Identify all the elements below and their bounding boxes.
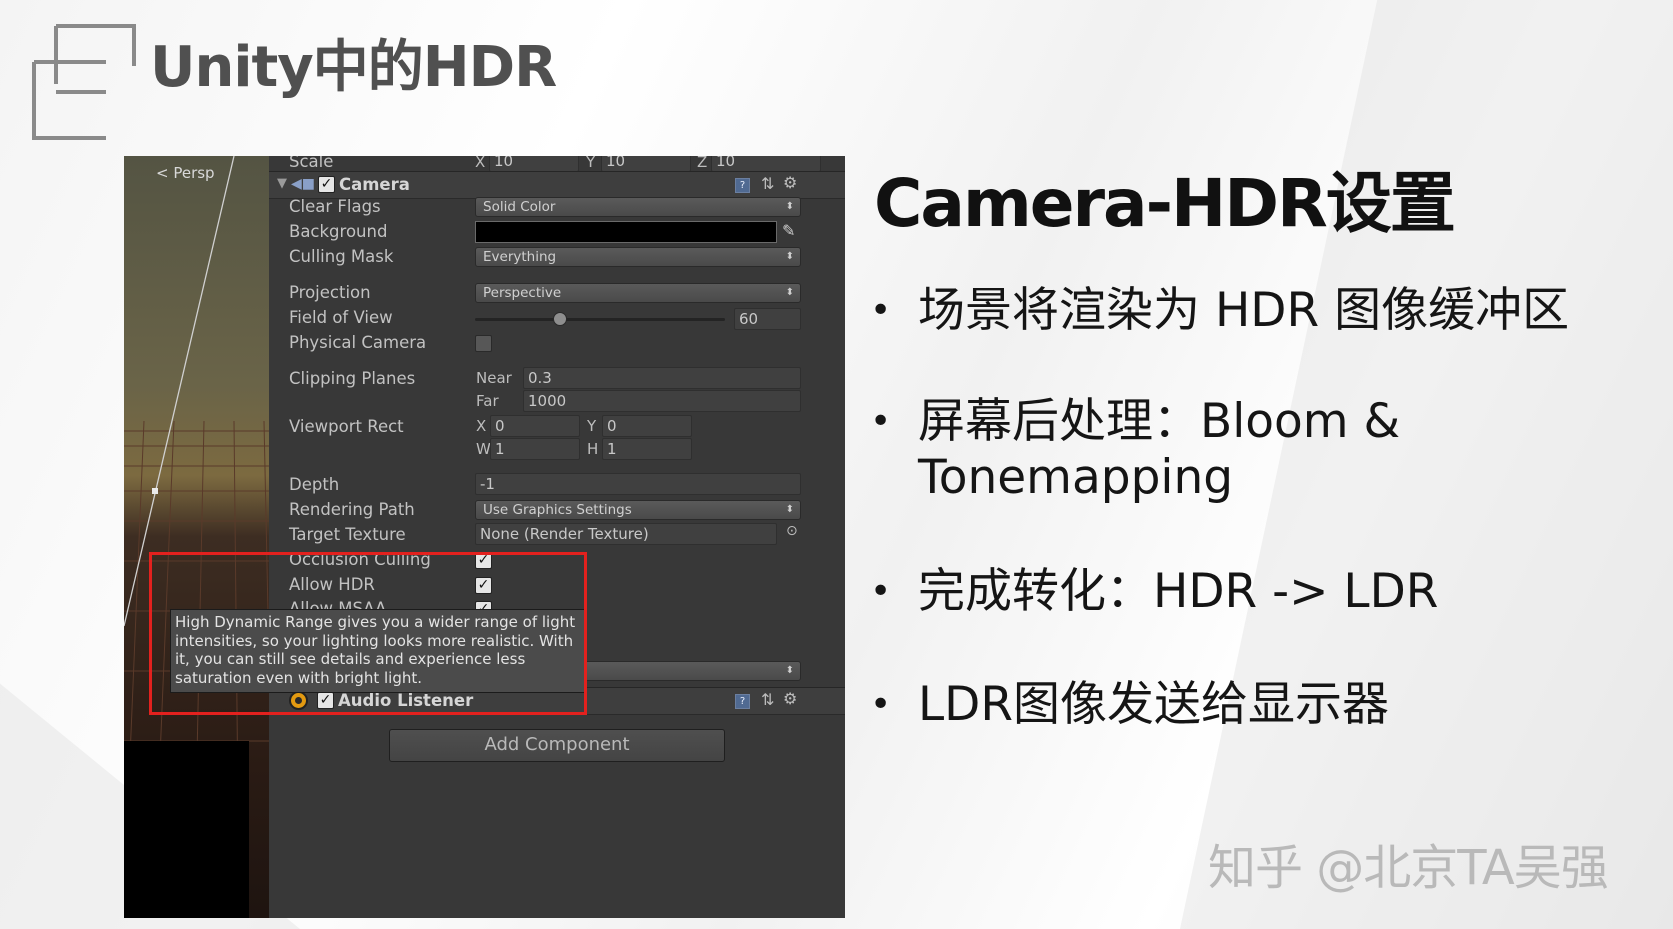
physical-camera-checkbox[interactable] xyxy=(475,335,492,352)
watermark: 知乎 @北京TA吴强 xyxy=(1208,840,1609,896)
bullet-text: 场景将渲染为 HDR 图像缓冲区 xyxy=(918,283,1570,338)
help-icon[interactable]: ? xyxy=(735,694,750,709)
viewport-w-label: W xyxy=(476,440,491,458)
gear-icon[interactable]: ⚙ xyxy=(783,173,797,192)
dropdown-arrow-icon: ⬍ xyxy=(785,251,794,262)
projection-value: Perspective xyxy=(483,285,562,301)
far-label: Far xyxy=(476,392,499,410)
scene-view[interactable]: < Persp xyxy=(124,156,269,918)
depth-field[interactable]: -1 xyxy=(475,473,801,495)
bullet-item: • LDR图像发送给显示器 xyxy=(870,677,1650,733)
physical-camera-label: Physical Camera xyxy=(289,333,427,352)
target-texture-label: Target Texture xyxy=(289,525,406,544)
depth-label: Depth xyxy=(289,475,340,494)
bullet-dot: • xyxy=(870,290,892,331)
bullet-item: • 屏幕后处理：Bloom & Tonemapping xyxy=(870,394,1650,506)
dropdown-arrow-icon: ⬍ xyxy=(785,504,794,515)
scale-y-label: Y xyxy=(586,156,596,171)
preset-icon[interactable]: ⇅ xyxy=(761,174,774,193)
viewport-w-field[interactable]: 1 xyxy=(490,438,580,460)
fov-slider-handle[interactable] xyxy=(553,312,567,326)
gear-icon[interactable]: ⚙ xyxy=(783,689,797,708)
culling-mask-dropdown[interactable]: Everything ⬍ xyxy=(475,247,801,267)
bullet-dot: • xyxy=(870,684,892,725)
help-icon[interactable]: ? xyxy=(735,178,750,193)
eyedropper-icon[interactable]: ✎ xyxy=(782,221,795,240)
bullet-item: • 完成转化：HDR -> LDR xyxy=(870,564,1650,620)
scale-x-label: X xyxy=(475,156,486,171)
bullet-text: LDR图像发送给显示器 xyxy=(918,677,1390,732)
bullet-dot: • xyxy=(870,401,892,442)
camera-component-title: Camera xyxy=(339,175,410,194)
bullet-text: 完成转化：HDR -> LDR xyxy=(918,564,1439,619)
slide-title: Unity中的HDR xyxy=(150,35,557,100)
projection-dropdown[interactable]: Perspective ⬍ xyxy=(475,283,801,303)
clipping-planes-label: Clipping Planes xyxy=(289,369,416,388)
slide-logo-icon xyxy=(32,24,136,140)
scale-x-field[interactable]: 10 xyxy=(489,156,579,172)
scale-y-field[interactable]: 10 xyxy=(601,156,691,172)
dropdown-arrow-icon: ⬍ xyxy=(785,287,794,298)
viewport-x-field[interactable]: 0 xyxy=(490,415,580,437)
culling-mask-label: Culling Mask xyxy=(289,247,394,266)
game-view-preview xyxy=(124,741,249,918)
viewport-x-label: X xyxy=(476,417,487,435)
add-component-button[interactable]: Add Component xyxy=(389,729,725,762)
scale-z-field[interactable]: 10 xyxy=(711,156,821,172)
far-field[interactable]: 1000 xyxy=(523,390,801,412)
viewport-y-label: Y xyxy=(587,417,597,435)
scale-label: Scale xyxy=(289,156,334,171)
fov-slider-track[interactable] xyxy=(475,318,725,321)
background-label: Background xyxy=(289,222,388,241)
preset-icon[interactable]: ⇅ xyxy=(761,690,774,709)
highlight-box xyxy=(149,552,587,715)
rendering-path-dropdown[interactable]: Use Graphics Settings ⬍ xyxy=(475,500,801,520)
projection-label: Projection xyxy=(289,283,371,302)
viewport-y-field[interactable]: 0 xyxy=(602,415,692,437)
target-texture-field[interactable]: None (Render Texture) xyxy=(475,523,777,545)
camera-icon: ◀■ xyxy=(291,176,315,192)
unity-editor-screenshot: < Persp Scale X 10 Y 10 Z 10 ▼ ◀■ ✓ Came… xyxy=(124,156,845,918)
dropdown-arrow-icon: ⬍ xyxy=(785,201,794,212)
persp-label[interactable]: < Persp xyxy=(156,164,215,182)
viewport-rect-label: Viewport Rect xyxy=(289,417,404,436)
foldout-arrow-icon[interactable]: ▼ xyxy=(277,176,287,191)
viewport-h-label: H xyxy=(587,440,599,458)
inspector-panel: Scale X 10 Y 10 Z 10 ▼ ◀■ ✓ Camera ? ⇅ ⚙… xyxy=(269,156,845,918)
rendering-path-value: Use Graphics Settings xyxy=(483,502,632,518)
clear-flags-dropdown[interactable]: Solid Color ⬍ xyxy=(475,197,801,217)
background-color-field[interactable] xyxy=(475,221,777,243)
dropdown-arrow-icon: ⬍ xyxy=(785,665,794,676)
clear-flags-value: Solid Color xyxy=(483,199,556,215)
camera-component-header[interactable]: ▼ ◀■ ✓ Camera ? ⇅ ⚙ xyxy=(269,171,845,199)
clear-flags-label: Clear Flags xyxy=(289,197,381,216)
near-label: Near xyxy=(476,369,512,387)
bullet-dot: • xyxy=(870,571,892,612)
bullet-item: • 场景将渲染为 HDR 图像缓冲区 xyxy=(870,283,1650,339)
object-picker-icon[interactable]: ⊙ xyxy=(786,523,798,539)
field-of-view-label: Field of View xyxy=(289,308,393,327)
scale-z-label: Z xyxy=(697,156,708,171)
camera-enabled-checkbox[interactable]: ✓ xyxy=(318,176,335,193)
culling-mask-value: Everything xyxy=(483,249,557,265)
fov-value-field[interactable]: 60 xyxy=(734,308,801,330)
bullet-text: 屏幕后处理：Bloom & Tonemapping xyxy=(918,394,1401,505)
section-title: Camera-HDR设置 xyxy=(874,165,1456,242)
rendering-path-label: Rendering Path xyxy=(289,500,415,519)
near-field[interactable]: 0.3 xyxy=(523,367,801,389)
viewport-h-field[interactable]: 1 xyxy=(602,438,692,460)
